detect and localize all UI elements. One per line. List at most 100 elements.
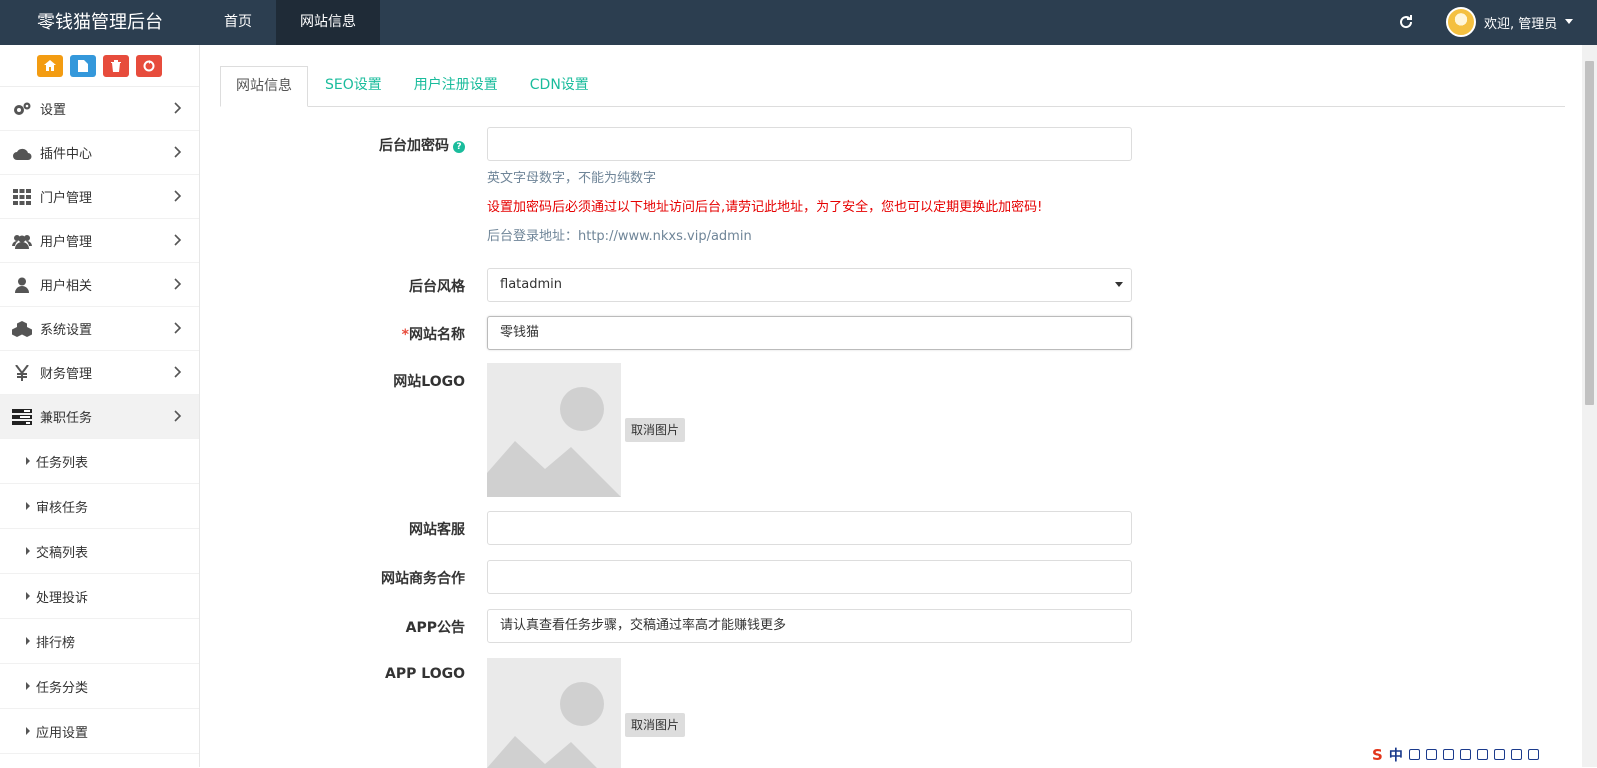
shirt-icon[interactable] xyxy=(1510,749,1522,760)
sidebar-subitem-submissions[interactable]: 交稿列表 xyxy=(0,529,199,574)
chevron-right-icon xyxy=(174,322,182,334)
sidebar-item-tasks[interactable]: 兼职任务 xyxy=(0,395,199,439)
nav-home[interactable]: 首页 xyxy=(200,0,276,45)
question-circle-icon[interactable]: ? xyxy=(453,141,465,153)
moon-icon[interactable] xyxy=(1408,749,1420,760)
brand-title[interactable]: 零钱猫管理后台 xyxy=(0,0,200,45)
users-icon xyxy=(12,231,32,251)
caret-right-icon xyxy=(26,457,30,465)
site-service-input[interactable] xyxy=(487,511,1132,545)
sidebar-subitem-task-categories[interactable]: 任务分类 xyxy=(0,664,199,709)
caret-right-icon xyxy=(26,592,30,600)
sidebar-item-plugins[interactable]: 插件中心 xyxy=(0,131,199,175)
sidebar-subitem-task-list[interactable]: 任务列表 xyxy=(0,439,199,484)
admin-password-input[interactable] xyxy=(487,127,1132,161)
chevron-right-icon xyxy=(174,190,182,202)
yen-icon xyxy=(12,363,32,383)
site-name-label-text: 网站名称 xyxy=(409,327,465,343)
microphone-icon[interactable] xyxy=(1459,749,1471,760)
scrollbar-thumb[interactable] xyxy=(1585,61,1594,405)
main-content: 网站信息 SEO设置 用户注册设置 CDN设置 后台加密码? 英文字母数字，不能… xyxy=(220,66,1565,768)
site-logo-cancel-button[interactable]: 取消图片 xyxy=(625,418,686,442)
admin-password-label-text: 后台加密码 xyxy=(379,138,449,154)
trash-icon[interactable] xyxy=(103,54,129,77)
form-row-site-service: 网站客服 xyxy=(220,511,1565,545)
ime-logo[interactable]: S xyxy=(1372,746,1383,764)
sidebar-subitem-label: 交稿列表 xyxy=(36,545,89,561)
image-placeholder-icon xyxy=(487,682,604,768)
refresh-icon[interactable] xyxy=(1396,12,1416,32)
ime-toolbar: S 中 xyxy=(1368,742,1597,767)
user-icon[interactable] xyxy=(1493,749,1505,760)
form-row-admin-password: 后台加密码? 英文字母数字，不能为纯数字 设置加密码后必须通过以下地址访问后台,… xyxy=(220,127,1565,277)
quick-actions xyxy=(0,45,199,87)
user-icon xyxy=(12,275,32,295)
site-business-input[interactable] xyxy=(487,560,1132,594)
caret-right-icon xyxy=(26,637,30,645)
cubes-icon xyxy=(12,319,32,339)
sidebar-item-portal[interactable]: 门户管理 xyxy=(0,175,199,219)
tab-cdn[interactable]: CDN设置 xyxy=(515,66,604,106)
gears-icon xyxy=(12,99,32,119)
tab-user-registration[interactable]: 用户注册设置 xyxy=(399,66,513,106)
sidebar-subitem-label: 排行榜 xyxy=(36,635,76,651)
file-icon[interactable] xyxy=(70,54,96,77)
top-nav: 首页 网站信息 xyxy=(200,0,380,45)
home-icon[interactable] xyxy=(37,54,63,77)
form-row-app-logo: APP LOGO 取消图片 xyxy=(220,658,1565,768)
site-logo-label: 网站LOGO xyxy=(393,374,465,390)
image-placeholder-icon xyxy=(487,387,621,497)
sidebar-subitem-label: 处理投诉 xyxy=(36,590,89,606)
form-row-admin-style: 后台风格 flatadmin xyxy=(220,268,1565,302)
tab-seo[interactable]: SEO设置 xyxy=(310,66,397,106)
sidebar: 设置 插件中心 门户管理 用户管理 用户相关 系统设置 财务管理 兼职任务 任务… xyxy=(0,45,200,767)
grid-icon[interactable] xyxy=(1527,749,1539,760)
sidebar-item-users[interactable]: 用户管理 xyxy=(0,219,199,263)
site-name-label: *网站名称 xyxy=(402,324,465,344)
site-name-input[interactable]: 零钱猫 xyxy=(487,316,1132,350)
keyboard-icon[interactable] xyxy=(1476,749,1488,760)
sidebar-subitem-complaints[interactable]: 处理投诉 xyxy=(0,574,199,619)
sidebar-item-settings[interactable]: 设置 xyxy=(0,87,199,131)
form-row-site-logo: 网站LOGO 取消图片 xyxy=(220,363,1565,497)
ime-mode[interactable]: 中 xyxy=(1389,745,1403,765)
dots-icon[interactable] xyxy=(1425,749,1437,760)
sidebar-subitem-ranking[interactable]: 排行榜 xyxy=(0,619,199,664)
caret-right-icon xyxy=(26,502,30,510)
app-logo-placeholder[interactable] xyxy=(487,658,621,768)
recycle-icon[interactable] xyxy=(136,54,162,77)
sidebar-subitem-label: 应用设置 xyxy=(36,725,89,741)
app-logo-cancel-button[interactable]: 取消图片 xyxy=(625,713,686,737)
sidebar-item-label: 财务管理 xyxy=(40,367,93,382)
sidebar-item-label: 系统设置 xyxy=(40,323,93,338)
caret-right-icon xyxy=(26,727,30,735)
site-service-label: 网站客服 xyxy=(409,522,465,538)
site-logo-placeholder[interactable] xyxy=(487,363,621,497)
caret-right-icon xyxy=(26,547,30,555)
avatar[interactable] xyxy=(1446,7,1476,37)
tab-site-info[interactable]: 网站信息 xyxy=(220,66,308,107)
caret-down-icon xyxy=(1565,19,1574,24)
caret-right-icon xyxy=(26,682,30,690)
emoji-icon[interactable] xyxy=(1442,749,1454,760)
sidebar-item-user-related[interactable]: 用户相关 xyxy=(0,263,199,307)
sidebar-subitem-app-settings[interactable]: 应用设置 xyxy=(0,709,199,754)
app-notice-input[interactable]: 请认真查看任务步骤，交稿通过率高才能赚钱更多 xyxy=(487,609,1132,643)
nav-site-info[interactable]: 网站信息 xyxy=(276,0,380,45)
chevron-right-icon xyxy=(174,102,182,114)
sidebar-subitem-label: 审核任务 xyxy=(36,500,89,516)
admin-style-select[interactable]: flatadmin xyxy=(487,268,1132,302)
sidebar-subitem-review-tasks[interactable]: 审核任务 xyxy=(0,484,199,529)
sidebar-subitem-label: 任务分类 xyxy=(36,680,89,696)
admin-password-label: 后台加密码? xyxy=(379,135,465,155)
form-row-site-name: *网站名称 零钱猫 xyxy=(220,316,1565,350)
page-scrollbar[interactable] xyxy=(1582,45,1597,767)
form-row-app-notice: APP公告 请认真查看任务步骤，交稿通过率高才能赚钱更多 xyxy=(220,609,1565,643)
admin-password-warning: 设置加密码后必须通过以下地址访问后台,请劳记此地址，为了安全，您也可以定期更换此… xyxy=(487,200,1043,215)
chevron-right-icon xyxy=(174,366,182,378)
sidebar-item-finance[interactable]: 财务管理 xyxy=(0,351,199,395)
app-logo-label: APP LOGO xyxy=(385,666,465,682)
sidebar-item-label: 门户管理 xyxy=(40,191,93,206)
user-menu[interactable]: 欢迎, 管理员 xyxy=(1446,7,1574,37)
sidebar-item-system-settings[interactable]: 系统设置 xyxy=(0,307,199,351)
